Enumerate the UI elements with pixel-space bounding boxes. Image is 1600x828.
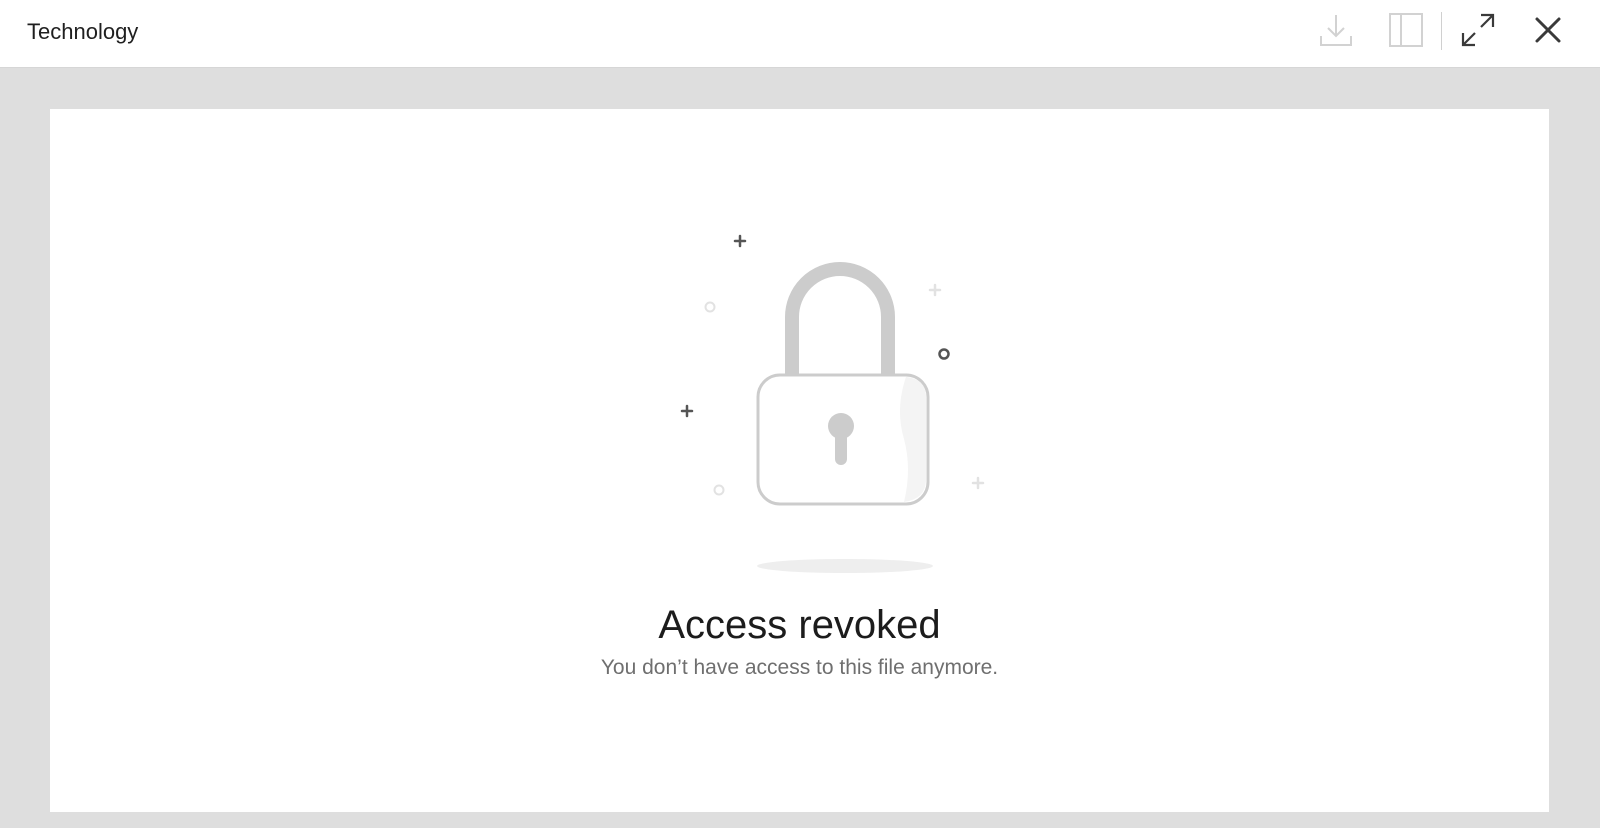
lock-icon [680,234,985,573]
toggle-sidebar-button[interactable] [1384,10,1428,50]
download-icon [1320,15,1352,46]
file-viewer-panel: Access revoked You don’t have access to … [50,109,1549,812]
download-button[interactable] [1314,10,1358,50]
close-button[interactable] [1526,10,1570,50]
access-revoked-heading: Access revoked [658,603,941,647]
sidebar-panel-icon [1389,13,1423,47]
top-toolbar: Technology [0,0,1600,68]
expand-icon [1461,13,1495,47]
file-title: Technology [27,19,139,44]
access-revoked-message: You don’t have access to this file anymo… [600,656,999,679]
close-icon [1535,17,1561,43]
expand-button[interactable] [1456,10,1500,50]
toolbar-divider [1441,12,1442,50]
